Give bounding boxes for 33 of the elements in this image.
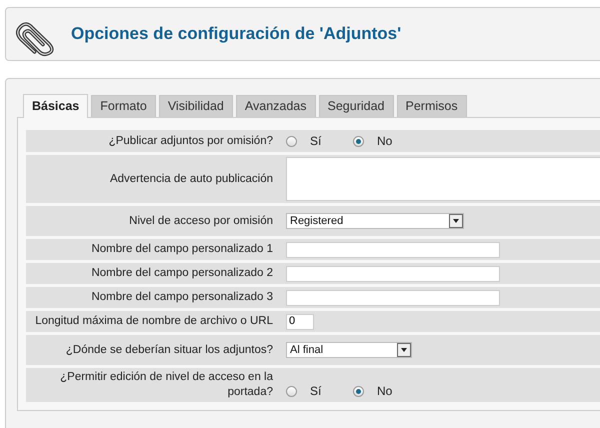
tab[interactable]: Formato: [91, 95, 156, 117]
field-label: Longitud máxima de nombre de archivo o URL: [34, 314, 274, 329]
option-label: No: [377, 133, 392, 150]
input-field[interactable]: 0: [286, 314, 314, 330]
tab[interactable]: Avanzadas: [236, 95, 316, 117]
dropdown[interactable]: Registered: [286, 213, 464, 229]
option-label: Sí: [310, 133, 322, 150]
field-label: Nivel de acceso por omisión: [128, 214, 274, 228]
input-field[interactable]: [286, 266, 500, 282]
field-label: Nombre del campo personalizado 1: [90, 242, 274, 257]
field-label: Nombre del campo personalizado 2: [90, 266, 274, 281]
dropdown[interactable]: Al final: [286, 342, 412, 358]
tab[interactable]: Visibilidad: [158, 95, 233, 117]
option-label: No: [377, 383, 392, 400]
radio-button[interactable]: [286, 136, 297, 146]
option-label: Sí: [310, 383, 322, 400]
caret-icon: [397, 343, 411, 357]
field-label: ¿Dónde se deberían situar los adjuntos?: [64, 342, 274, 358]
input-field[interactable]: [286, 290, 500, 306]
radio-button[interactable]: [286, 386, 297, 396]
caret-icon: [449, 214, 463, 228]
text-area[interactable]: [286, 157, 600, 201]
input-field[interactable]: [286, 242, 500, 258]
tab[interactable]: Permisos: [396, 95, 467, 117]
radio-button[interactable]: [353, 136, 364, 146]
field-label: ¿Permitir edición de nivel de acceso en la portada?: [59, 370, 274, 400]
tab[interactable]: Básicas: [23, 94, 88, 118]
tab[interactable]: Seguridad: [318, 95, 394, 117]
field-label: Nombre del campo personalizado 3: [90, 290, 274, 305]
radio-button[interactable]: [353, 386, 364, 396]
field-label: ¿Publicar adjuntos por omisión?: [108, 134, 274, 148]
field-label: Advertencia de auto publicación: [108, 172, 274, 186]
page-title: Opciones de configuración de 'Adjuntos': [71, 23, 402, 46]
